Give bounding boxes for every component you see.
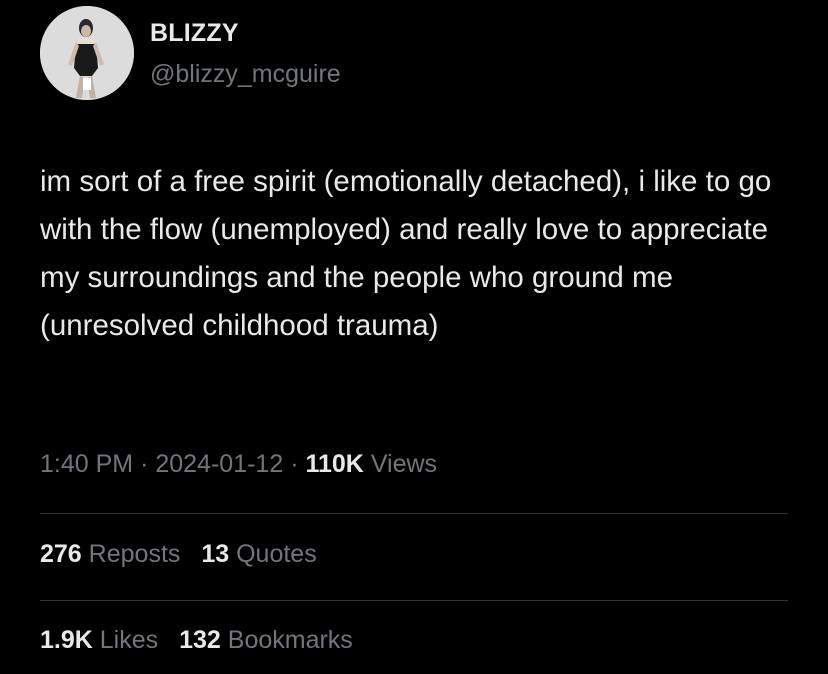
avatar[interactable]: [40, 6, 134, 100]
reposts-label: Reposts: [88, 540, 181, 568]
reposts-count: 276: [40, 540, 82, 568]
bookmarks-count: 132: [179, 626, 221, 654]
engagement-row-reposts: 276 Reposts 13 Quotes: [40, 540, 331, 569]
quotes-stat[interactable]: 13 Quotes: [201, 540, 316, 569]
meta-separator: ·: [140, 450, 149, 478]
likes-stat[interactable]: 1.9K Likes: [40, 626, 158, 655]
divider: [40, 513, 788, 514]
engagement-row-likes: 1.9K Likes 132 Bookmarks: [40, 626, 367, 655]
quotes-label: Quotes: [236, 540, 317, 568]
likes-label: Likes: [99, 626, 159, 654]
tweet-text: im sort of a free spirit (emotionally de…: [40, 165, 772, 342]
reposts-stat[interactable]: 276 Reposts: [40, 540, 180, 569]
bookmarks-label: Bookmarks: [227, 626, 353, 654]
views-count: 110K: [305, 450, 364, 478]
tweet-date[interactable]: 2024-01-12: [155, 450, 283, 478]
tweet-time[interactable]: 1:40 PM: [40, 450, 133, 478]
tweet-meta: 1:40 PM · 2024-01-12 · 110K Views: [40, 450, 437, 479]
meta-separator: ·: [290, 450, 299, 478]
quotes-count: 13: [201, 540, 230, 568]
bookmarks-stat[interactable]: 132 Bookmarks: [179, 626, 353, 655]
author-name[interactable]: BLIZZY: [150, 19, 239, 48]
likes-count: 1.9K: [40, 626, 93, 654]
divider: [40, 600, 788, 601]
views-label: Views: [370, 450, 438, 478]
author-handle[interactable]: @blizzy_mcguire: [150, 60, 341, 89]
profile-photo: [40, 6, 134, 100]
